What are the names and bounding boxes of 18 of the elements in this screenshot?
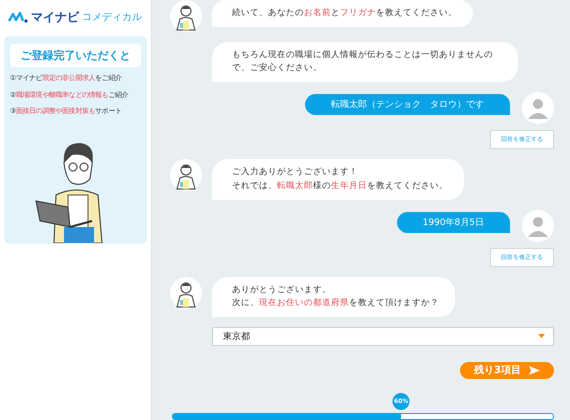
answer-bubble: 転職太郎（テンショク タロウ）です [305,94,510,116]
logo-subtitle: コメディカル [82,11,142,24]
chat-text: それでは、転職太郎様の生年月日を教えてください。 [232,180,448,193]
next-button[interactable]: 残り3項目 [460,362,554,379]
chat-text: ご入力ありがとうございます！ [232,166,359,180]
user-avatar-icon [522,92,554,124]
logo-mark-icon [8,11,28,23]
chat-text: もちろん現在の職場に個人情報が伝わることは一切ありませんので、ご安心ください。 [232,49,494,76]
logo-text: マイナビ [31,8,79,26]
chat-text: 続いて、あなたのお名前とフリガナを教えてください。 [232,7,457,20]
answer-bubble: 1990年8月5日 [396,212,510,233]
promo-title: ご登録完了いただくと [10,44,141,67]
user-avatar-icon [522,210,554,242]
dropdown-caret-icon [538,334,545,338]
chat-text: 次に、現在お住いの都道府県を教えて頂けますか？ [232,296,439,310]
chat-text: ありがとうございます。 [232,284,332,297]
prefecture-select[interactable]: 東京都 [212,327,554,346]
send-icon [528,366,540,375]
